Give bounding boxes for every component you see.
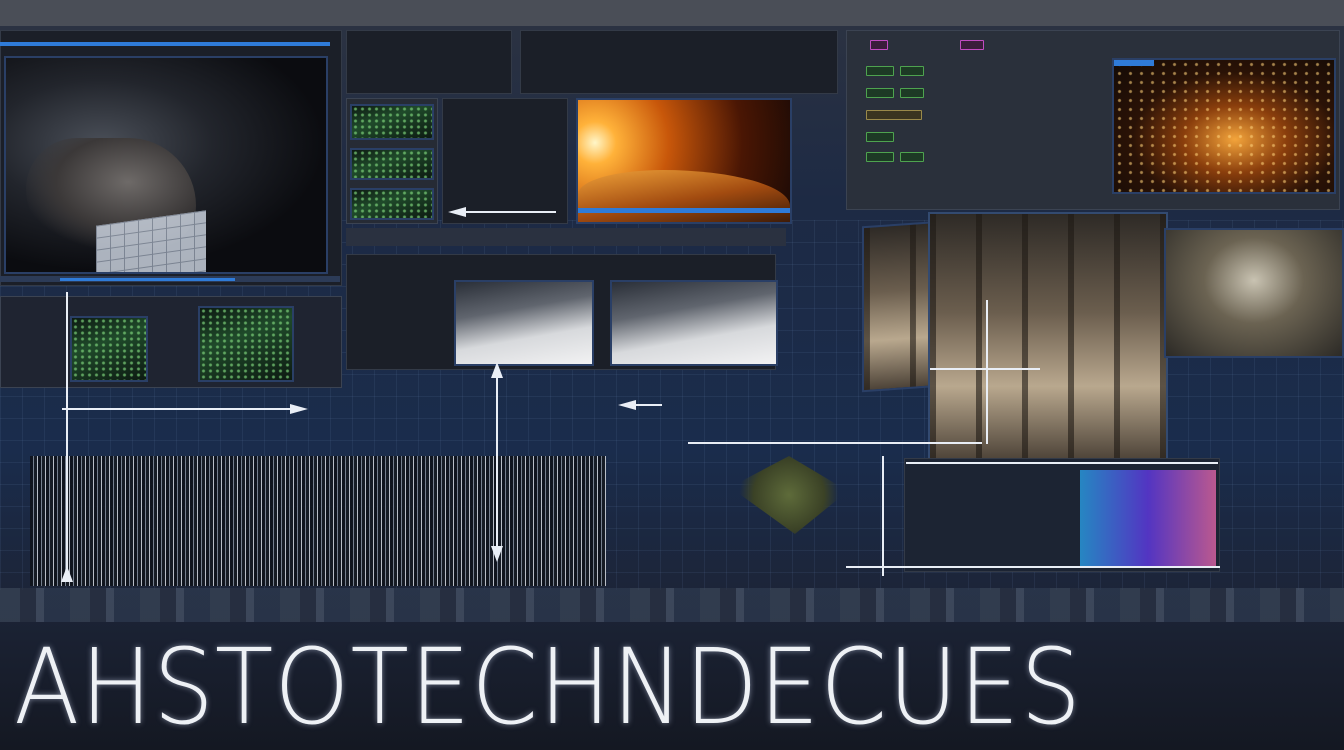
guide-line bbox=[66, 292, 68, 578]
source-playhead-range[interactable] bbox=[60, 278, 235, 281]
guide-line bbox=[846, 566, 1220, 568]
arrow-icon bbox=[491, 546, 503, 562]
clip-list-item[interactable] bbox=[350, 188, 434, 220]
timeline-button[interactable] bbox=[866, 66, 894, 76]
arrow-icon bbox=[290, 404, 308, 414]
clip-list-item[interactable] bbox=[350, 104, 434, 140]
timeline-button[interactable] bbox=[866, 152, 894, 162]
guide-line bbox=[636, 404, 662, 406]
preview-clip[interactable] bbox=[610, 280, 778, 366]
guide-line bbox=[688, 442, 982, 444]
guide-line bbox=[986, 300, 988, 444]
arrow-icon bbox=[491, 362, 503, 378]
timeline-button[interactable] bbox=[866, 88, 894, 98]
waveform-bars bbox=[30, 456, 606, 586]
tree-clip[interactable] bbox=[1164, 228, 1344, 358]
preview-clip[interactable] bbox=[454, 280, 594, 366]
timeline-button[interactable] bbox=[870, 40, 888, 50]
page-title: AHSTOTECHNDECUES bbox=[14, 632, 1083, 742]
media-thumbnail[interactable] bbox=[70, 316, 148, 382]
thumbnail-texture bbox=[200, 308, 292, 380]
guide-line bbox=[906, 462, 1218, 464]
timeline-header-panel bbox=[520, 30, 838, 94]
clip-list-item[interactable] bbox=[350, 148, 434, 180]
sunset-ground bbox=[578, 170, 790, 222]
properties-panel bbox=[442, 98, 568, 224]
guide-line bbox=[62, 408, 292, 410]
color-glow bbox=[1080, 470, 1216, 566]
building-columns bbox=[930, 214, 1166, 460]
arrow-icon bbox=[61, 566, 73, 582]
thumbnail-texture bbox=[352, 150, 432, 178]
arrow-icon bbox=[448, 207, 466, 217]
pixel-glitch-bar bbox=[0, 588, 1344, 622]
timeline-button[interactable] bbox=[900, 152, 924, 162]
editor-workspace: AHSTOTECHNDECUES bbox=[0, 0, 1344, 750]
effects-panel bbox=[346, 30, 512, 94]
output-monitor-tag bbox=[1114, 60, 1154, 66]
guide-line bbox=[496, 376, 498, 546]
guide-line bbox=[930, 368, 1040, 370]
night-lights bbox=[1114, 60, 1334, 192]
timeline-button[interactable] bbox=[900, 66, 924, 76]
output-monitor-video[interactable] bbox=[1112, 58, 1336, 194]
timeline-button[interactable] bbox=[960, 40, 984, 50]
thumbnail-texture bbox=[72, 318, 146, 380]
timeline-button[interactable] bbox=[900, 88, 924, 98]
arrow-icon bbox=[618, 400, 636, 410]
source-monitor-video[interactable] bbox=[4, 56, 328, 274]
thumbnail-texture bbox=[352, 190, 432, 218]
top-toolbar bbox=[0, 0, 1344, 26]
building-clip[interactable] bbox=[928, 212, 1168, 462]
source-monitor-header bbox=[0, 42, 330, 46]
program-scrub-bar[interactable] bbox=[578, 208, 790, 213]
audio-waveform-track[interactable] bbox=[30, 456, 606, 586]
program-monitor-video[interactable] bbox=[576, 98, 792, 224]
transport-bar[interactable] bbox=[346, 228, 786, 246]
media-thumbnail[interactable] bbox=[198, 306, 294, 382]
timeline-button[interactable] bbox=[866, 132, 894, 142]
guide-line bbox=[464, 211, 556, 213]
timeline-button[interactable] bbox=[866, 110, 922, 120]
thumbnail-texture bbox=[352, 106, 432, 138]
guide-line bbox=[882, 456, 884, 576]
